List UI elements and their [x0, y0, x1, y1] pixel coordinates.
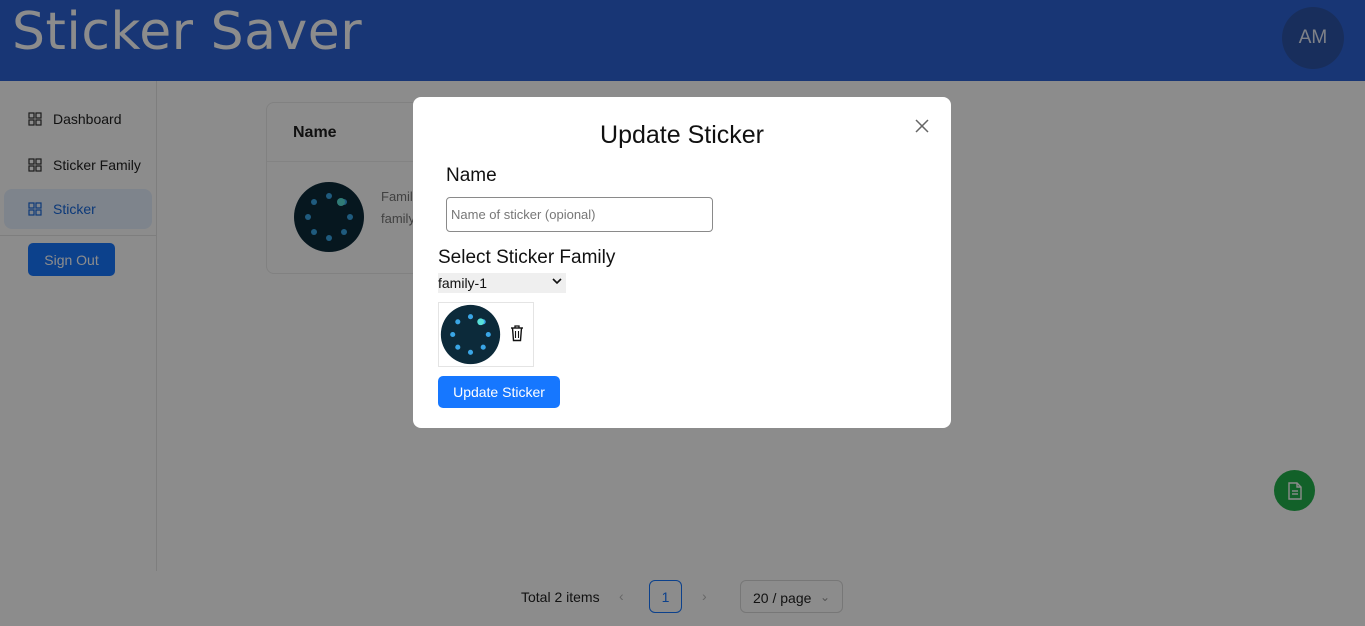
name-label: Name	[446, 165, 497, 186]
sticker-family-select[interactable]: family-1	[438, 273, 566, 293]
sticker-preview	[438, 302, 534, 367]
chevron-down-icon	[552, 278, 562, 285]
sticker-name-input[interactable]	[446, 197, 713, 232]
modal-title: Update Sticker	[600, 121, 764, 149]
family-label: Select Sticker Family	[438, 247, 616, 268]
sticker-image	[440, 304, 501, 365]
update-sticker-modal: Update Sticker Name Select Sticker Famil…	[413, 97, 951, 428]
update-sticker-button[interactable]: Update Sticker	[438, 376, 560, 408]
family-selected-value: family-1	[438, 275, 488, 291]
trash-icon[interactable]	[510, 325, 524, 342]
close-icon[interactable]	[913, 117, 931, 135]
